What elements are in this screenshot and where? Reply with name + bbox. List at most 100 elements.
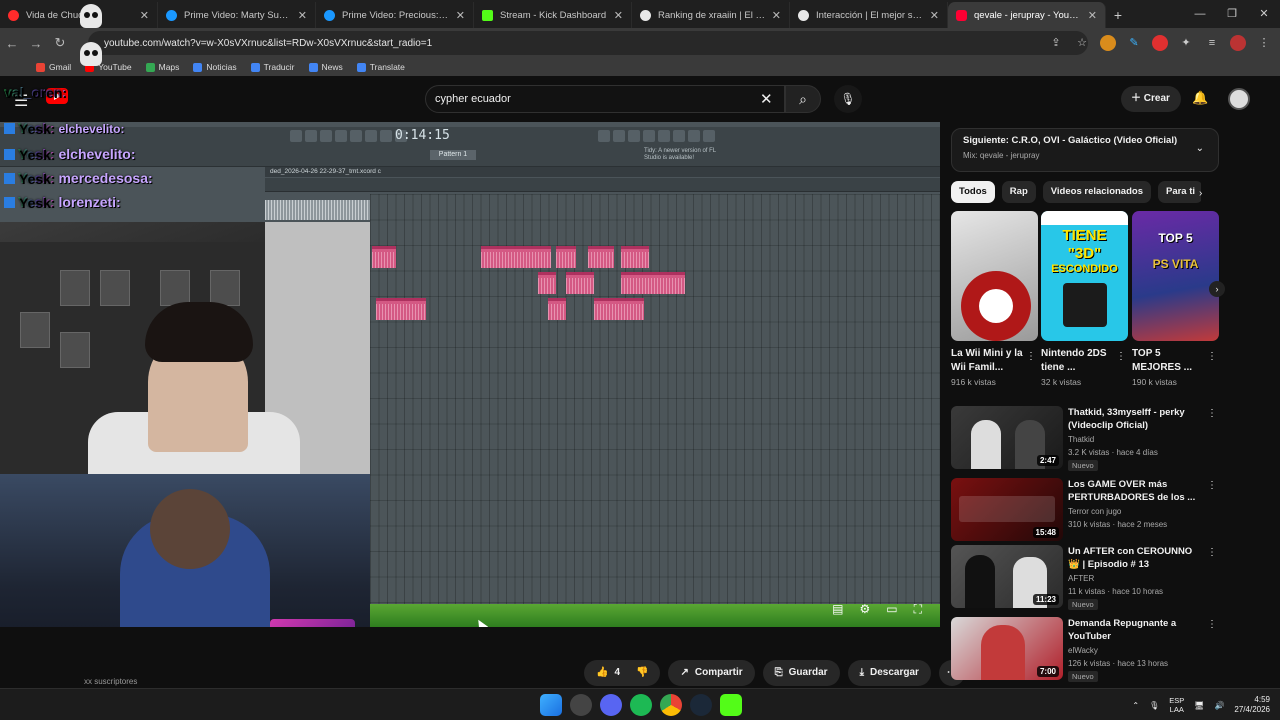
- more-vert-icon[interactable]: ⋮: [1116, 351, 1126, 362]
- bookmark-news[interactable]: News: [308, 62, 343, 72]
- more-vert-icon[interactable]: ⋮: [1207, 547, 1217, 558]
- bookmark-translate[interactable]: Translate: [356, 62, 405, 72]
- chip-for-you[interactable]: Para ti: [1157, 181, 1201, 203]
- volume-icon[interactable]: 🔊: [1214, 701, 1224, 710]
- taskbar-clock[interactable]: 4:59 27/4/2026: [1234, 695, 1270, 715]
- tab-6[interactable]: qevale - jerupray - YouTube ✕: [948, 2, 1106, 28]
- new-tab-button[interactable]: +: [1106, 2, 1130, 28]
- related-video[interactable]: 7:00 Demanda Repugnante a YouTuber elWac…: [951, 617, 1221, 682]
- mic-icon[interactable]: 🎙: [1149, 701, 1159, 710]
- related-video[interactable]: 2:47 Thatkid, 33myselff - perky (Videocl…: [951, 406, 1221, 471]
- settings-icon[interactable]: [570, 694, 592, 716]
- windows-taskbar: ⌃ 🎙 ESP LAA 🖥 🔊 4:59 27/4/2026: [0, 688, 1280, 720]
- close-icon[interactable]: ✕: [298, 9, 307, 22]
- bookmark-traducir[interactable]: Traducir: [250, 62, 295, 72]
- extensions-puzzle-icon[interactable]: ✦: [1178, 35, 1194, 51]
- close-icon[interactable]: ✕: [772, 9, 781, 22]
- close-window-icon[interactable]: ✕: [1248, 0, 1280, 28]
- tab-0[interactable]: Vida de Chuck ✕: [0, 2, 158, 28]
- restore-icon[interactable]: ❐: [1216, 0, 1248, 28]
- discord-icon[interactable]: [600, 694, 622, 716]
- language-code: ESP: [1169, 696, 1185, 705]
- theater-mode-icon[interactable]: ▭: [886, 602, 897, 617]
- search-button[interactable]: ⌕: [785, 85, 821, 113]
- like-button[interactable]: 👍 4 👎: [584, 660, 661, 686]
- short-item[interactable]: TOP 5 PS VITA TOP 5 MEJORES ... 190 k vi…: [1132, 211, 1219, 387]
- voice-search-mic-icon[interactable]: 🎙: [834, 85, 862, 113]
- network-icon[interactable]: 🖥: [1194, 701, 1204, 710]
- minimize-icon[interactable]: —: [1184, 0, 1216, 28]
- more-vert-icon[interactable]: ⋮: [1026, 351, 1036, 362]
- reload-icon[interactable]: ↻: [48, 35, 72, 51]
- related-video[interactable]: 11:23 Un AFTER con CEROUNNO 👑 | Episodio…: [951, 545, 1221, 610]
- close-icon[interactable]: ✕: [614, 9, 623, 22]
- skull-emote-icon: [80, 4, 102, 28]
- share-button[interactable]: ↗ Compartir: [668, 660, 755, 686]
- short-title: Nintendo 2DS tiene ...: [1041, 348, 1107, 373]
- tab-5[interactable]: Interacción | El mejor software ✕: [790, 2, 948, 28]
- kick-icon[interactable]: [720, 694, 742, 716]
- close-icon[interactable]: ✕: [456, 9, 465, 22]
- close-icon[interactable]: ✕: [1088, 9, 1097, 22]
- account-avatar[interactable]: [1228, 88, 1250, 110]
- chevron-down-icon[interactable]: ⌄: [1196, 143, 1204, 154]
- menu-icon[interactable]: ⋮: [1256, 35, 1272, 51]
- more-vert-icon[interactable]: ⋮: [1207, 480, 1217, 491]
- tray-chevron-icon[interactable]: ⌃: [1132, 701, 1139, 710]
- short-badge: PS VITA: [1152, 257, 1199, 271]
- up-next-panel[interactable]: Siguiente: C.R.O, OVI - Galáctico (Video…: [951, 128, 1219, 172]
- language-indicator[interactable]: ESP LAA: [1169, 696, 1184, 714]
- steam-icon[interactable]: [690, 694, 712, 716]
- chevron-right-icon[interactable]: ›: [1199, 188, 1202, 199]
- bookmark-noticias[interactable]: Noticias: [193, 62, 237, 72]
- chip-related[interactable]: Videos relacionados: [1042, 181, 1151, 203]
- download-button[interactable]: ⤓ Descargar: [847, 660, 931, 686]
- extension-icon[interactable]: ✎: [1126, 35, 1142, 51]
- close-icon[interactable]: ✕: [930, 9, 939, 22]
- clear-search-icon[interactable]: ✕: [760, 90, 773, 108]
- related-video[interactable]: 15:48 Los GAME OVER más PERTURBADORES de…: [951, 478, 1221, 542]
- bookmark-gmail[interactable]: Gmail: [36, 62, 71, 72]
- more-vert-icon[interactable]: ⋮: [1207, 619, 1217, 630]
- chrome-icon[interactable]: [660, 694, 682, 716]
- tab-2[interactable]: Prime Video: Precious: Preciosa ✕: [316, 2, 474, 28]
- short-item[interactable]: TIENE "3D" ESCONDIDO Nintendo 2DS tiene …: [1041, 211, 1128, 387]
- fullscreen-icon[interactable]: ⛶: [914, 602, 922, 617]
- tab-3[interactable]: Stream - Kick Dashboard ✕: [474, 2, 632, 28]
- kick-icon: [482, 9, 493, 21]
- settings-gear-icon[interactable]: ⚙: [859, 602, 870, 617]
- address-bar[interactable]: youtube.com/watch?v=w-X0sVXrnuc&list=RDw…: [88, 31, 1088, 55]
- search-input[interactable]: cypher ecuador: [425, 85, 785, 113]
- profile-icon[interactable]: [1230, 35, 1246, 51]
- notifications-bell-icon[interactable]: 🔔: [1192, 90, 1208, 106]
- close-icon[interactable]: ✕: [140, 9, 149, 22]
- daw-clip: [372, 246, 396, 268]
- tab-1[interactable]: Prime Video: Marty Supremo ✕: [158, 2, 316, 28]
- chip-todos[interactable]: Todos: [951, 181, 995, 203]
- browser-toolbar: ← → ↻ youtube.com/watch?v=w-X0sVXrnuc&li…: [0, 28, 1280, 58]
- bookmark-maps[interactable]: Maps: [145, 62, 179, 72]
- subtitles-icon[interactable]: ▤: [832, 602, 843, 617]
- more-vert-icon[interactable]: ⋮: [1207, 408, 1217, 419]
- bookmark-star-icon[interactable]: ☆: [1074, 35, 1090, 51]
- shorts-next-icon[interactable]: ›: [1209, 281, 1225, 297]
- spotify-icon[interactable]: [630, 694, 652, 716]
- back-icon[interactable]: ←: [0, 36, 24, 51]
- dislike-icon[interactable]: 👎: [636, 660, 648, 686]
- create-button[interactable]: ＋ Crear: [1121, 86, 1181, 112]
- reading-list-icon[interactable]: ≡: [1204, 35, 1220, 51]
- clock-time: 4:59: [1254, 695, 1270, 704]
- windows-start-icon[interactable]: [540, 694, 562, 716]
- video-player[interactable]: 0:14:15 Pattern 1 Tidy: A newer version …: [0, 122, 940, 627]
- bookmark-label: YouTube: [98, 62, 132, 72]
- tab-4[interactable]: Ranking de xraaiin | El mejor sc ✕: [632, 2, 790, 28]
- extension-icon[interactable]: [1100, 35, 1116, 51]
- extension-icon[interactable]: [1152, 35, 1168, 51]
- forward-icon[interactable]: →: [24, 36, 48, 51]
- daw-clip: [621, 272, 685, 294]
- save-button[interactable]: ⎘ Guardar: [762, 660, 840, 686]
- more-vert-icon[interactable]: ⋮: [1207, 351, 1217, 362]
- short-item[interactable]: La Wii Mini y la Wii Famil... 916 k vist…: [951, 211, 1038, 387]
- chip-rap[interactable]: Rap: [1001, 181, 1036, 203]
- install-icon[interactable]: ⇪: [1048, 35, 1064, 51]
